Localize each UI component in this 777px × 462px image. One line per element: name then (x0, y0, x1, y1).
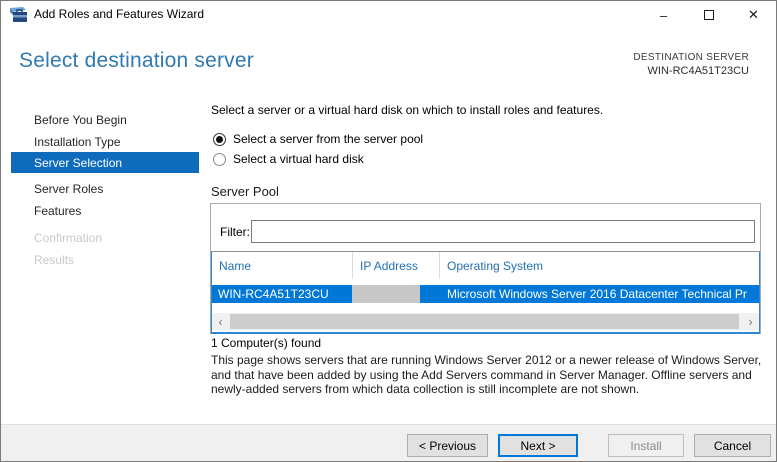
close-icon[interactable]: ✕ (731, 1, 776, 29)
page-description: This page shows servers that are running… (211, 353, 771, 397)
column-header-operating-system[interactable]: Operating System (440, 252, 759, 279)
radio-virtual-hard-disk[interactable]: Select a virtual hard disk (213, 152, 364, 166)
cancel-button[interactable]: Cancel (694, 434, 771, 457)
sidebar-item-installation-type[interactable]: Installation Type (11, 131, 199, 152)
sidebar-item-server-roles[interactable]: Server Roles (11, 178, 199, 199)
page-title: Select destination server (19, 49, 254, 73)
radio-server-pool-label: Select a server from the server pool (233, 132, 423, 146)
previous-button[interactable]: < Previous (407, 434, 488, 457)
minimize-icon[interactable]: – (641, 1, 686, 29)
cell-ip-address (352, 285, 420, 303)
radio-virtual-hard-disk-label: Select a virtual hard disk (233, 152, 364, 166)
radio-dot (216, 136, 223, 143)
filter-input[interactable] (251, 220, 755, 243)
maximize-icon[interactable] (686, 1, 731, 29)
horizontal-scrollbar[interactable]: ‹ › (212, 313, 759, 330)
titlebar[interactable]: Add Roles and Features Wizard – ✕ (1, 1, 776, 29)
add-roles-features-wizard-window: Add Roles and Features Wizard – ✕ Select… (0, 0, 777, 462)
wizard-footer: < Previous Next > Install Cancel (1, 424, 776, 461)
table-header-row: Name IP Address Operating System (212, 252, 759, 279)
radio-server-pool[interactable]: Select a server from the server pool (213, 132, 423, 146)
sidebar-item-results: Results (11, 249, 199, 270)
radio-unselected-icon (213, 153, 226, 166)
window-controls: – ✕ (641, 1, 776, 29)
sidebar-item-before-you-begin[interactable]: Before You Begin (11, 109, 199, 130)
sidebar-item-confirmation: Confirmation (11, 227, 199, 248)
window-title: Add Roles and Features Wizard (34, 7, 204, 21)
next-button[interactable]: Next > (498, 434, 578, 457)
computers-found-count: 1 Computer(s) found (211, 336, 321, 350)
scroll-right-icon[interactable]: › (742, 313, 759, 330)
destination-server-label: DESTINATION SERVER (633, 51, 749, 64)
table-row-selected-server[interactable]: WIN-RC4A51T23CU Microsoft Windows Server… (212, 285, 759, 303)
page-instruction: Select a server or a virtual hard disk o… (211, 103, 767, 117)
sidebar-item-server-selection[interactable]: Server Selection (11, 152, 199, 173)
server-pool-table: Name IP Address Operating System WIN-RC4… (211, 251, 760, 334)
install-button[interactable]: Install (608, 434, 684, 457)
wizard-toolbox-icon (10, 6, 28, 22)
cell-server-name: WIN-RC4A51T23CU (218, 287, 329, 301)
sidebar-item-features[interactable]: Features (11, 200, 199, 221)
column-header-ip-address[interactable]: IP Address (353, 252, 440, 279)
scroll-left-icon[interactable]: ‹ (212, 313, 229, 330)
destination-server-block: DESTINATION SERVER WIN-RC4A51T23CU (633, 51, 749, 78)
server-pool-group: Filter: Name IP Address Operating System… (210, 203, 761, 334)
server-pool-section-label: Server Pool (211, 184, 279, 199)
column-header-name[interactable]: Name (212, 252, 353, 279)
radio-selected-icon (213, 133, 226, 146)
filter-label: Filter: (220, 225, 250, 239)
maximize-box-glyph (704, 10, 714, 20)
destination-server-name: WIN-RC4A51T23CU (633, 64, 749, 78)
cell-operating-system: Microsoft Windows Server 2016 Datacenter… (447, 287, 747, 301)
scrollbar-thumb[interactable] (230, 314, 739, 329)
